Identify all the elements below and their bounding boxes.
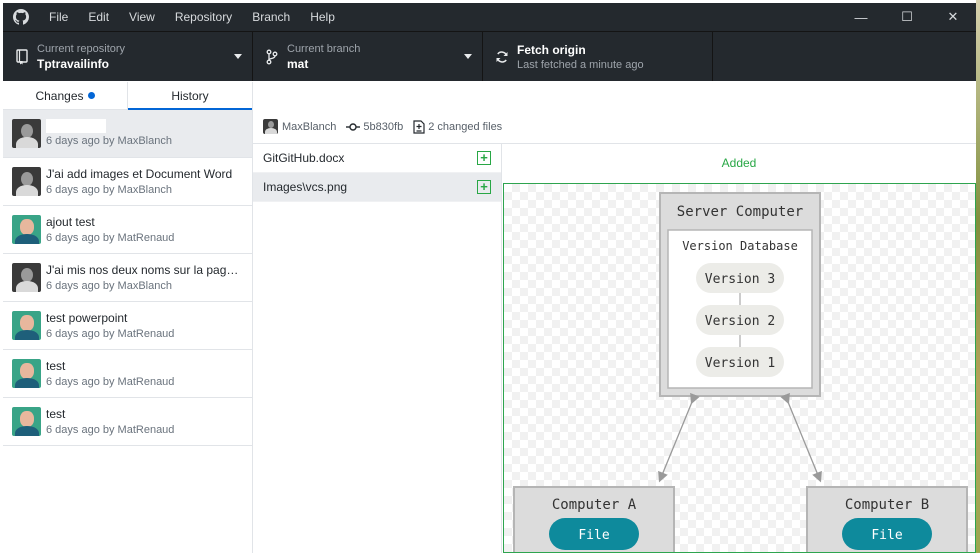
git-commit-icon <box>346 122 361 132</box>
avatar <box>12 407 41 436</box>
avatar <box>12 311 41 340</box>
menu-view[interactable]: View <box>119 3 165 31</box>
diff-status-label: Added <box>721 156 757 170</box>
branch-caption: Current branch <box>287 42 361 55</box>
sync-icon <box>491 50 513 64</box>
tab-history-label: History <box>171 89 209 103</box>
computer-a-label: Computer A <box>552 497 637 513</box>
menu-edit[interactable]: Edit <box>78 3 119 31</box>
close-button[interactable]: ✕ <box>930 3 976 31</box>
avatar <box>12 215 41 244</box>
current-repository-button[interactable]: Current repository Tptravailinfo <box>3 32 253 81</box>
title-bar: File Edit View Repository Branch Help — … <box>3 3 976 31</box>
repo-icon <box>11 48 33 65</box>
version-database-label: Version Database <box>682 239 798 253</box>
commit-list-item[interactable]: J'ai add images et Document Word 6 days … <box>3 158 252 206</box>
commit-list-item[interactable]: J'ai mis nos deux noms sur la page ... 6… <box>3 254 252 302</box>
commit-meta: 6 days ago by MaxBlanch <box>46 183 172 196</box>
commit-summary: J'ai mis nos deux noms sur la page ... <box>46 262 242 277</box>
file-added-icon: + <box>477 151 491 165</box>
fetch-origin-button[interactable]: Fetch origin Last fetched a minute ago <box>483 32 713 81</box>
menu-bar: File Edit View Repository Branch Help <box>39 3 345 31</box>
commit-summary: test <box>46 358 66 373</box>
commit-meta: 6 days ago by MatRenaud <box>46 423 175 436</box>
github-logo-icon <box>3 9 39 25</box>
commit-author: MaxBlanch <box>282 120 337 133</box>
file-list-item[interactable]: Images\vcs.png + <box>253 173 501 202</box>
file-list-item[interactable]: GitGitHub.docx + <box>253 144 501 173</box>
sidebar: Changes History 6 days ago by MaxBlanch … <box>3 82 253 553</box>
commit-meta: 6 days ago by MatRenaud <box>46 375 175 388</box>
changed-files-list: GitGitHub.docx + Images\vcs.png + <box>253 144 502 553</box>
file-a-label: File <box>578 528 609 543</box>
commit-list-item[interactable]: ajout test 6 days ago by MatRenaud <box>3 206 252 254</box>
menu-help[interactable]: Help <box>300 3 345 31</box>
menu-repository[interactable]: Repository <box>165 3 242 31</box>
file-name: GitGitHub.docx <box>263 151 345 165</box>
current-branch-button[interactable]: Current branch mat <box>253 32 483 81</box>
commit-list-item[interactable]: test powerpoint 6 days ago by MatRenaud <box>3 302 252 350</box>
computer-b-label: Computer B <box>845 497 929 513</box>
menu-file[interactable]: File <box>39 3 78 31</box>
window-controls: — ☐ ✕ <box>838 3 976 31</box>
commit-meta: 6 days ago by MaxBlanch <box>46 134 172 147</box>
minimize-button[interactable]: — <box>838 3 884 31</box>
branch-name: mat <box>287 56 309 71</box>
commit-list: 6 days ago by MaxBlanch J'ai add images … <box>3 110 252 446</box>
changed-files-count: 2 changed files <box>428 120 503 133</box>
commit-list-item[interactable]: 6 days ago by MaxBlanch <box>3 110 252 158</box>
commit-summary: ajout test <box>46 214 95 229</box>
commit-meta: 6 days ago by MatRenaud <box>46 327 175 340</box>
commit-summary: test powerpoint <box>46 310 128 325</box>
avatar <box>263 119 278 134</box>
avatar <box>12 263 41 292</box>
tab-changes[interactable]: Changes <box>3 82 127 109</box>
vcs-diagram-image: Server Computer Version Database Version… <box>513 192 968 552</box>
sidebar-tabs: Changes History <box>3 82 252 110</box>
sync-arrow-b <box>780 392 822 483</box>
avatar <box>12 119 41 148</box>
commit-summary: J'ai add images et Document Word <box>46 166 233 181</box>
version-1-label: Version 1 <box>705 356 775 371</box>
diff-file-icon <box>413 119 425 134</box>
sync-arrow-a <box>658 392 700 483</box>
file-name: Images\vcs.png <box>263 180 348 194</box>
maximize-button[interactable]: ☐ <box>884 3 930 31</box>
repository-name: Tptravailinfo <box>37 56 110 71</box>
diff-viewer: Added Server Computer Version Database V… <box>502 144 976 553</box>
github-desktop-window: File Edit View Repository Branch Help — … <box>3 3 976 553</box>
chevron-down-icon <box>234 54 242 59</box>
chevron-down-icon <box>464 54 472 59</box>
toolbar: Current repository Tptravailinfo Current… <box>3 31 976 81</box>
file-b-label: File <box>871 528 902 543</box>
commit-sha[interactable]: 5b830fb <box>363 121 403 133</box>
tab-history[interactable]: History <box>127 82 252 110</box>
image-preview: Server Computer Version Database Version… <box>503 183 976 553</box>
commit-list-item[interactable]: test 6 days ago by MatRenaud <box>3 398 252 446</box>
server-computer-label: Server Computer <box>677 204 803 220</box>
commit-list-item[interactable]: test 6 days ago by MatRenaud <box>3 350 252 398</box>
commit-summary: test <box>46 406 66 421</box>
version-2-label: Version 2 <box>705 314 775 329</box>
commit-summary <box>46 118 106 133</box>
commit-summary-header: MaxBlanch 5b830fb 2 changed files <box>253 110 976 144</box>
repository-caption: Current repository <box>37 42 126 55</box>
fetch-title: Fetch origin <box>517 42 586 57</box>
file-added-icon: + <box>477 180 491 194</box>
menu-branch[interactable]: Branch <box>242 3 300 31</box>
avatar <box>12 359 41 388</box>
avatar <box>12 167 41 196</box>
commit-meta: 6 days ago by MatRenaud <box>46 231 175 244</box>
commit-meta: 6 days ago by MaxBlanch <box>46 279 172 292</box>
version-3-label: Version 3 <box>705 272 775 287</box>
branch-icon <box>261 49 283 65</box>
changes-indicator-dot <box>87 92 95 99</box>
desktop-background <box>976 0 980 553</box>
fetch-status: Last fetched a minute ago <box>517 58 644 71</box>
tab-changes-label: Changes <box>35 89 84 103</box>
